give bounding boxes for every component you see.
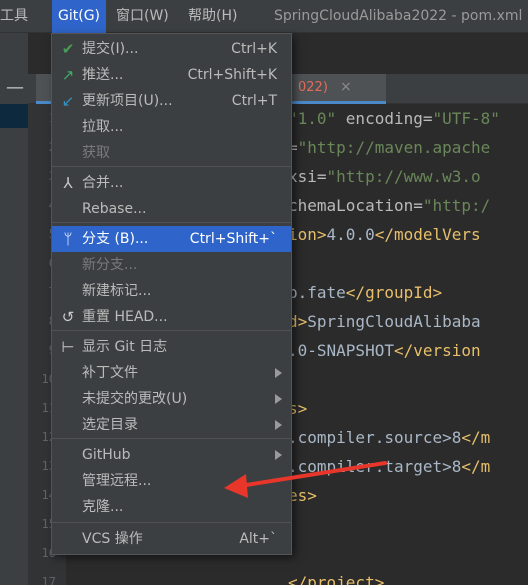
annotation-arrow-icon [224,461,387,498]
